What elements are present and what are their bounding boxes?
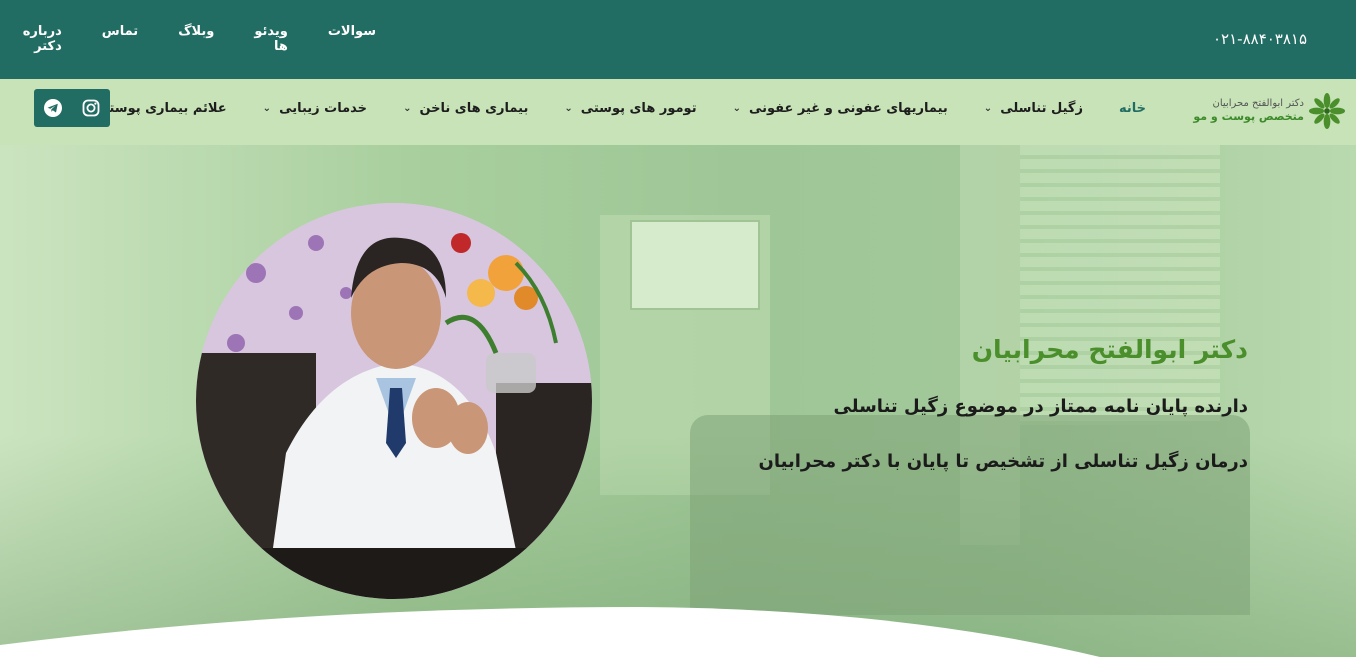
top-link-faq[interactable]: سوالات xyxy=(308,24,396,54)
telegram-icon xyxy=(44,99,62,117)
nav-item-home[interactable]: خانه xyxy=(1119,101,1146,116)
social-links xyxy=(34,89,110,127)
chevron-down-icon: ⌄ xyxy=(732,103,741,114)
hero-wave-divider xyxy=(0,607,1100,657)
nav-item-genital-warts[interactable]: زگیل تناسلی ⌄ xyxy=(984,101,1083,116)
telegram-button[interactable] xyxy=(34,89,72,127)
main-nav: دکتر ابوالفتح محرابیان متخصص پوست و مو خ… xyxy=(0,79,1356,145)
instagram-button[interactable] xyxy=(72,89,110,127)
hero-subtitle-2: درمان زگیل تناسلی از تشخیص تا پایان با د… xyxy=(758,451,1248,472)
nav-item-label: بیماری های ناخن xyxy=(419,101,529,116)
nav-item-label: علائم بیماری پوستی xyxy=(96,101,227,116)
logo-text: دکتر ابوالفتح محرابیان متخصص پوست و مو xyxy=(1193,98,1304,123)
top-link-contact[interactable]: تماس xyxy=(82,24,158,54)
top-links: درباره دکتر تماس وبلاگ ویدئو ها سوالات xyxy=(0,24,396,54)
background-blinds xyxy=(1020,145,1220,425)
site-logo[interactable]: دکتر ابوالفتح محرابیان متخصص پوست و مو xyxy=(1186,89,1346,133)
nav-item-beauty-services[interactable]: خدمات زیبایی ⌄ xyxy=(263,101,367,116)
nav-item-skin-tumors[interactable]: تومور های پوستی ⌄ xyxy=(564,101,696,116)
nav-item-infectious-diseases[interactable]: بیماریهای عفونی و غیر عفونی ⌄ xyxy=(733,101,948,116)
background-sofa xyxy=(690,415,1250,615)
nav-item-label: زگیل تناسلی xyxy=(1000,101,1083,116)
chevron-down-icon: ⌄ xyxy=(403,103,412,114)
chevron-down-icon: ⌄ xyxy=(983,103,993,114)
hero-title: دکتر ابوالفتح محرابیان xyxy=(971,335,1248,364)
phone-number[interactable]: ۰۲۱-۸۸۴۰۳۸۱۵ xyxy=(1213,30,1307,48)
nav-item-label: تومور های پوستی xyxy=(580,101,697,116)
nav-item-nail-diseases[interactable]: بیماری های ناخن ⌄ xyxy=(403,101,528,116)
leaf-logo-icon xyxy=(1308,92,1346,130)
logo-name: دکتر ابوالفتح محرابیان xyxy=(1212,98,1305,110)
top-link-about[interactable]: درباره دکتر xyxy=(0,24,82,54)
nav-item-label: خانه xyxy=(1118,101,1146,116)
doctor-photo-illustration xyxy=(196,203,592,599)
nav-item-label: بیماریهای عفونی و غیر عفونی xyxy=(748,101,948,116)
doctor-photo xyxy=(196,203,592,599)
hero-subtitle-1: دارنده پایان نامه ممتاز در موضوع زگیل تن… xyxy=(833,396,1248,417)
nav-item-label: خدمات زیبایی xyxy=(279,101,368,116)
background-tv xyxy=(630,220,760,310)
top-link-blog[interactable]: وبلاگ xyxy=(158,24,234,54)
logo-specialty: متخصص پوست و مو xyxy=(1193,110,1304,124)
nav-menu: خانه زگیل تناسلی ⌄ بیماریهای عفونی و غیر… xyxy=(44,101,1146,116)
hero-section: دکتر ابوالفتح محرابیان دارنده پایان نامه… xyxy=(0,145,1356,657)
instagram-icon xyxy=(82,99,100,117)
top-link-videos[interactable]: ویدئو ها xyxy=(234,24,308,54)
chevron-down-icon: ⌄ xyxy=(262,103,272,114)
top-bar: درباره دکتر تماس وبلاگ ویدئو ها سوالات ۰… xyxy=(0,0,1356,79)
chevron-down-icon: ⌄ xyxy=(564,103,573,114)
